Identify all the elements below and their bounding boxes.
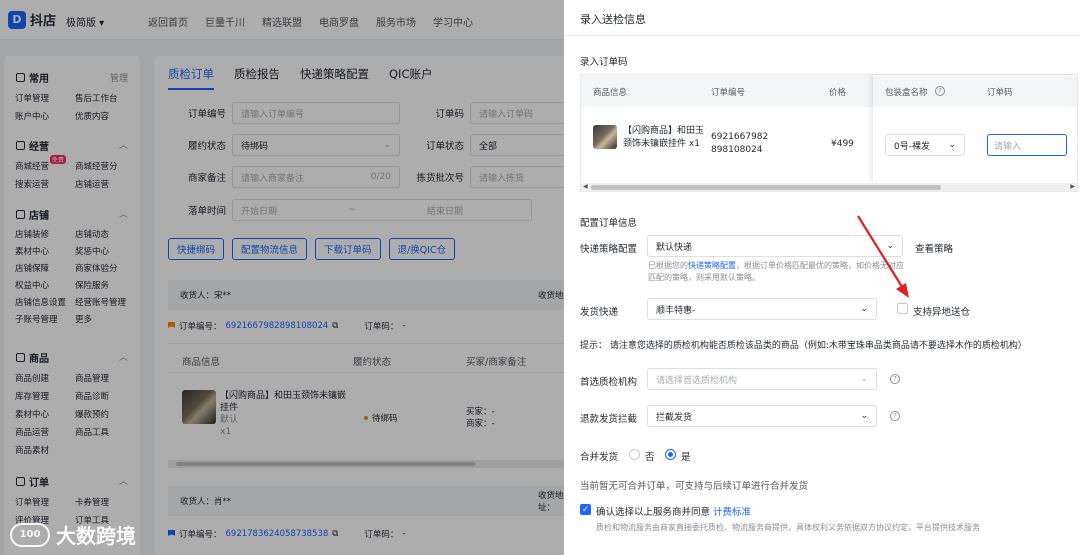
merge-yes-radio[interactable] (665, 449, 676, 460)
inspection-org-select[interactable]: 请选择首选质检机构 ⌄ (647, 368, 877, 390)
order-code-table: 商品信息 订单编号 价格 【闪购商品】和田玉颈饰未镶嵌挂件 x1 6921667… (580, 74, 1078, 192)
chevron-down-icon: ⌄ (860, 304, 868, 314)
fixed-header: 包装盒名称 ? 订单码 (873, 75, 1077, 107)
agree-note: 质检和物流服务由商家直接委托质检、物流服务商提供，具体权利义务依据双方协议约定，… (596, 523, 980, 532)
scroll-right-icon[interactable]: ▶ (1070, 183, 1075, 190)
remote-warehouse-label: 支持异地送仓 (913, 307, 971, 318)
config-section-title: 配置订单信息 (580, 218, 638, 229)
modal-mask[interactable] (0, 0, 564, 555)
scroll-left-icon[interactable]: ◀ (583, 183, 588, 190)
watermark-logo: 100 (10, 522, 50, 547)
table-scrollbar[interactable]: ◀ ▶ (581, 183, 1077, 191)
remote-warehouse-checkbox[interactable] (897, 303, 908, 314)
strategy-note: 已根据您的快递策略配置，根据订单价格匹配最优的策略，如价格无对应 匹配的策略，则… (648, 261, 904, 282)
order-code-section-title: 录入订单码 (580, 57, 628, 68)
help-icon[interactable]: ? (935, 86, 945, 96)
inspection-drawer: 录入送检信息 录入订单码 商品信息 订单编号 价格 【闪购商品】和田玉颈饰未镶嵌… (564, 0, 1080, 555)
drawer-title: 录入送检信息 (580, 13, 646, 26)
product-title: 【闪购商品】和田玉颈饰未镶嵌挂件 x1 (623, 126, 705, 149)
merge-note: 当前暂无可合并订单，可支持与后续订单进行合并发货 (580, 481, 809, 492)
product-thumbnail[interactable] (593, 125, 617, 152)
jade-pendant-image (593, 125, 617, 149)
help-icon[interactable]: ? (890, 374, 900, 384)
agree-text: 确认选择以上服务商并同意 计费标准 (596, 507, 752, 518)
express-select[interactable]: 顺丰特惠- ⌄ (647, 298, 877, 320)
chevron-down-icon: ⌄ (948, 140, 956, 150)
strategy-config-link[interactable]: 快递策略配置 (688, 261, 736, 270)
scrollbar-thumb[interactable] (591, 185, 941, 190)
watermark-text: 大数跨境 (56, 524, 136, 548)
price: ¥499 (831, 139, 854, 149)
fixed-columns: 包装盒名称 ? 订单码 0号-裸发 ⌄ 请输入 (873, 75, 1077, 183)
help-icon[interactable]: ? (890, 411, 900, 421)
view-strategy-link[interactable]: 查看策略 (915, 241, 953, 255)
watermark: 100 大数跨境 (10, 520, 136, 549)
tip-text: 提示： 请注意您选择的质检机构能否质检该品类的商品（例如:木带宝珠串品类商品请不… (580, 341, 1027, 351)
strategy-select[interactable]: 默认快递 ⌄ (647, 235, 903, 257)
order-number: 6921667982 898108024 (711, 132, 769, 155)
agree-checkbox[interactable]: ✓ (580, 504, 591, 515)
merge-no-radio[interactable] (629, 449, 640, 460)
billing-standard-link[interactable]: 计费标准 (713, 507, 751, 518)
order-code-input[interactable]: 请输入 (987, 134, 1067, 156)
divider (564, 35, 1080, 36)
refund-intercept-select[interactable]: 拦截发货 ⌄ (647, 405, 877, 427)
chevron-down-icon: ⌄ (860, 411, 868, 421)
chevron-down-icon: ⌄ (860, 374, 868, 384)
chevron-down-icon: ⌄ (886, 241, 894, 251)
box-name-select[interactable]: 0号-裸发 ⌄ (885, 134, 965, 156)
